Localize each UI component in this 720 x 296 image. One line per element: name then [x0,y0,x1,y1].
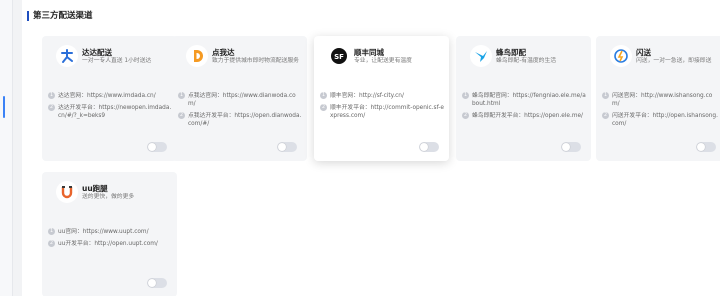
uupt-logo-icon [56,181,78,203]
info-line-dev-platform: 2 达达开发平台：https://newopen.imdada.cn/#/?_k=… [48,104,172,119]
channel-desc: 闪送，一对一急送，即接即送 [636,58,712,64]
enable-toggle[interactable] [147,278,167,288]
channel-card-uupt[interactable]: uu跑腿 送的更快，做的更多 1 uu官网：https://www.uupt.co… [42,172,177,296]
fengniao-logo-icon [470,45,492,67]
channel-card-dianwoda[interactable]: 点我达 致力于提供城市即时物流配送服务 1 点我达官网：https://www.d… [172,36,307,161]
info-line-website: 1 顺丰官网：http://sf-city.cn/ [320,92,404,99]
info-line-website: 1 点我达官网：https://www.dianwoda.com/ [178,92,296,107]
info-line-dev-platform: 2 uu开发平台：http://open.uupt.com/ [48,240,158,247]
dianwoda-logo-icon [186,45,208,67]
channel-card-sf[interactable]: SF 顺丰同城 专业，让配送更有温度 1 顺丰官网：http://sf-city.… [314,36,449,161]
info-line-dev-platform: 2 顺丰开发平台：http://commit-openic.sf-express.… [320,104,444,119]
info-line-dev-platform: 2 闪送开发平台：http://open.ishansong.com/ [602,112,718,127]
enable-toggle[interactable] [561,142,581,152]
enable-toggle[interactable] [277,142,297,152]
delivery-channels-panel: 第三方配送渠道 达达配送 一对一专人直送 1小时送达 1 达达官网：https:/… [22,0,720,296]
channel-card-shansong[interactable]: 闪送 闪送，一对一急送，即接即送 1 闪送官网：http://www.ishans… [596,36,720,161]
channel-desc: 一对一专人直送 1小时送达 [82,58,152,64]
left-rail-active-marker [3,96,5,118]
shansong-logo-icon [610,45,632,67]
sf-logo-icon: SF [328,45,350,67]
enable-toggle[interactable] [419,142,439,152]
left-rail [0,0,13,296]
enable-toggle[interactable] [147,142,167,152]
svg-text:SF: SF [334,53,344,61]
info-line-website: 1 闪送官网：http://www.ishansong.com/ [602,92,713,107]
section-title: 第三方配送渠道 [27,11,93,21]
info-line-website: 1 蜂鸟即配官网：https://fengniao.ele.me/about.ht… [462,92,586,107]
channel-desc: 蜂鸟即配-有温度的生活 [496,58,557,64]
dada-logo-icon [56,45,78,67]
channel-card-dada[interactable]: 达达配送 一对一专人直送 1小时送达 1 达达官网：https://www.imd… [42,36,177,161]
info-line-dev-platform: 2 点我达开发平台：https://open.dianwoda.com/#/ [178,112,302,127]
enable-toggle[interactable] [696,142,716,152]
channel-desc: 送的更快，做的更多 [82,194,135,200]
channel-desc: 专业，让配送更有温度 [354,58,412,64]
channel-card-fengniao[interactable]: 蜂鸟即配 蜂鸟即配-有温度的生活 1 蜂鸟即配官网：https://fengnia… [456,36,591,161]
info-line-dev-platform: 2 蜂鸟即配开发平台：https://open.ele.me/ [462,112,584,119]
info-line-website: 1 达达官网：https://www.imdada.cn/ [48,92,156,99]
channel-desc: 致力于提供城市即时物流配送服务 [212,58,299,64]
info-line-website: 1 uu官网：https://www.uupt.com/ [48,228,149,235]
